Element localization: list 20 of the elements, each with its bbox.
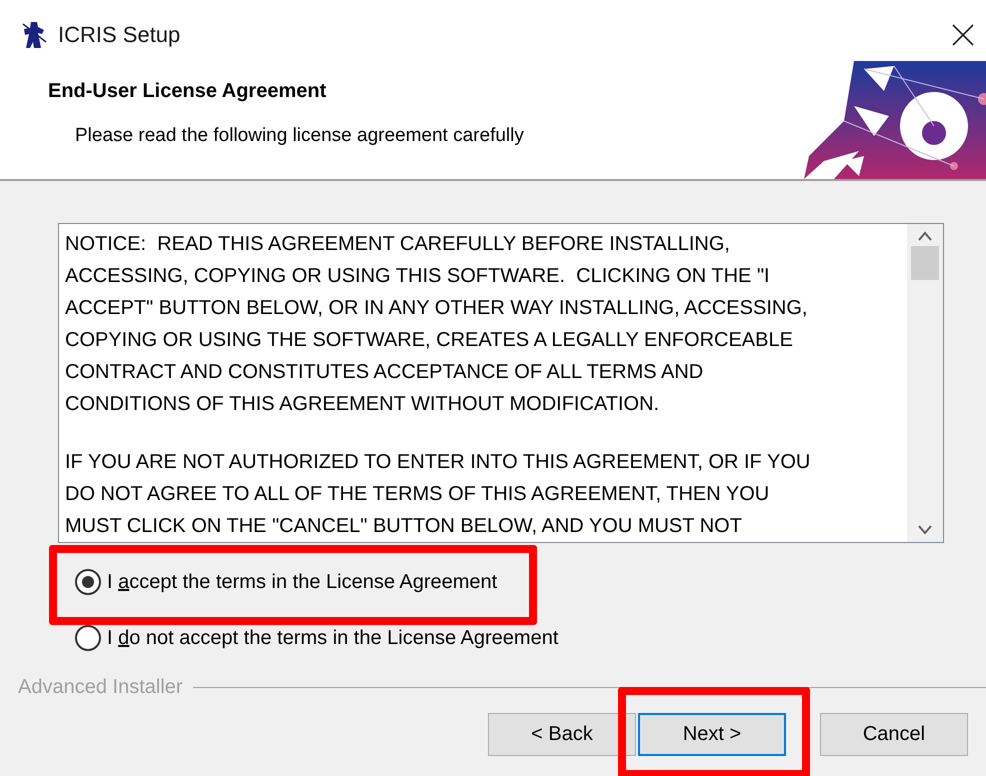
scroll-bar[interactable] bbox=[907, 224, 943, 542]
license-paragraph: IF YOU ARE NOT AUTHORIZED TO ENTER INTO THIS AGREEMENT, OR IF YOU DO NOT AGREE TO ALL OF THE TERMS OF THIS AGREEMENT, THEN YOU MUST CLICK ON THE "CANCEL" BUTTON BELOW, AND YOU MUST NOT bbox=[65, 450, 812, 539]
bear-figure-icon bbox=[22, 20, 48, 50]
license-text-box[interactable] bbox=[58, 223, 944, 543]
radio-button[interactable] bbox=[75, 625, 101, 651]
radio-label[interactable]: I do not accept the terms in the License Agreement bbox=[107, 626, 558, 650]
page-subtitle: Please read the following license agreement carefully bbox=[74, 125, 525, 147]
page-title: End-User License Agreement bbox=[48, 80, 328, 103]
dialog-button[interactable]: Cancel bbox=[820, 713, 968, 756]
scroll-up-icon[interactable] bbox=[917, 230, 933, 242]
radio-button[interactable] bbox=[75, 569, 101, 595]
scroll-down-icon[interactable] bbox=[917, 524, 933, 536]
radio-label[interactable]: I accept the terms in the License Agreement bbox=[107, 570, 498, 594]
dialog-button[interactable]: Next > bbox=[638, 713, 786, 756]
close-icon[interactable] bbox=[952, 24, 974, 46]
installer-brand: Advanced Installer bbox=[18, 676, 183, 699]
dialog-button[interactable]: < Back bbox=[488, 713, 636, 756]
scroll-thumb[interactable] bbox=[911, 246, 939, 280]
license-paragraph: NOTICE: READ THIS AGREEMENT CAREFULLY BEFORE INSTALLING, ACCESSING, COPYING OR USING THIS SOFTWARE. CLICKING ON THE "I ACCEPT" BUTTON BELOW, OR IN ANY OTHER WAY INSTALLING, ACCESSING, COPYING OR USING THE SOFTWARE, CREATES A LEGALLY ENFORCEABLE CONTRACT AND CONSTITUTES ACCEPTANCE OF ALL TERMS AND CONDITIONS OF THIS AGREEMENT WITHOUT MODIFICATION. bbox=[65, 232, 808, 417]
window-title: ICRIS Setup bbox=[58, 22, 182, 48]
